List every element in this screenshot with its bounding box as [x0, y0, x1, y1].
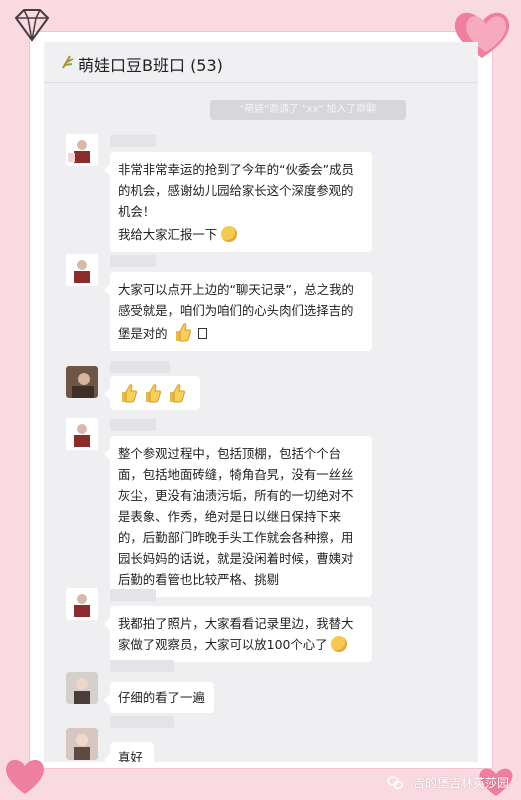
message-text: 非常非常幸运的抢到了今年的“伙委会”成员的机会，感谢幼儿园给家长这个深度参观的机… — [118, 162, 354, 219]
message-text: 真好 — [118, 750, 143, 762]
smile-emoji-icon — [221, 226, 238, 242]
message-text: 大家可以点开上边的“聊天记录”，总之我的感受就是，咱们为咱们的心头肉们选择吉的堡… — [118, 282, 354, 341]
avatar[interactable] — [66, 254, 98, 286]
avatar[interactable] — [66, 418, 98, 450]
bamboo-icon — [62, 55, 74, 69]
heart-icon — [6, 759, 44, 794]
wechat-icon — [387, 776, 403, 790]
thumbs-up-icon — [122, 384, 137, 403]
sender-name: 家长 — [110, 255, 156, 267]
message-bubble[interactable]: 非常非常幸运的抢到了今年的“伙委会”成员的机会，感谢幼儿园给家长这个深度参观的机… — [104, 152, 372, 252]
message-text: 仔细的看了一遍 — [118, 690, 205, 705]
chat-header: 萌娃口豆B班口 (53) — [44, 42, 478, 83]
message-text: 我都拍了照片，大家看看记录里边，我替大家做了观察员，大家可以放100个心了 — [118, 616, 354, 652]
message-bubble[interactable] — [104, 376, 200, 410]
avatar[interactable] — [66, 366, 98, 398]
thumbs-up-icon — [146, 384, 161, 403]
sender-name: 家长 — [110, 716, 174, 728]
sender-name: 家长 — [110, 589, 156, 601]
sender-name: 家长 — [110, 660, 174, 672]
message-bubble[interactable]: 真好 — [104, 742, 154, 762]
sender-name: 家长 — [110, 361, 170, 373]
message-bubble[interactable]: 大家可以点开上边的“聊天记录”，总之我的感受就是，咱们为咱们的心头肉们选择吉的堡… — [104, 272, 372, 351]
avatar[interactable] — [66, 588, 98, 620]
missing-glyph-icon — [197, 328, 207, 339]
thumbs-up-icon — [175, 323, 191, 342]
smile-emoji-icon — [331, 636, 348, 652]
sender-name: 家长 — [110, 135, 156, 147]
avatar[interactable] — [66, 134, 98, 166]
sender-name: 家长 — [110, 419, 156, 431]
chat-title: 萌娃口豆B班口 (53) — [78, 56, 223, 75]
system-notice: "萌娃"邀请了 "xx" 加入了群聊 — [210, 100, 406, 120]
message-text: 我给大家汇报一下 — [118, 227, 218, 242]
message-bubble[interactable]: 整个参观过程中，包括顶棚，包括个个台面，包括地面砖缝，犄角旮旯，没有一丝丝灰尘，… — [104, 436, 372, 597]
message-text: 整个参观过程中，包括顶棚，包括个个台面，包括地面砖缝，犄角旮旯，没有一丝丝灰尘，… — [118, 446, 354, 587]
message-bubble[interactable]: 仔细的看了一遍 — [104, 682, 214, 713]
message-bubble[interactable]: 我都拍了照片，大家看看记录里边，我替大家做了观察员，大家可以放100个心了 — [104, 606, 372, 662]
avatar[interactable] — [66, 672, 98, 704]
avatar[interactable] — [66, 728, 98, 760]
watermark-label: 吉的堡吉林英莎园 — [412, 776, 509, 790]
thumbs-up-icon — [170, 384, 185, 403]
chat-window: 萌娃口豆B班口 (53) "萌娃"邀请了 "xx" 加入了群聊 家长 非常非常幸… — [44, 42, 478, 762]
